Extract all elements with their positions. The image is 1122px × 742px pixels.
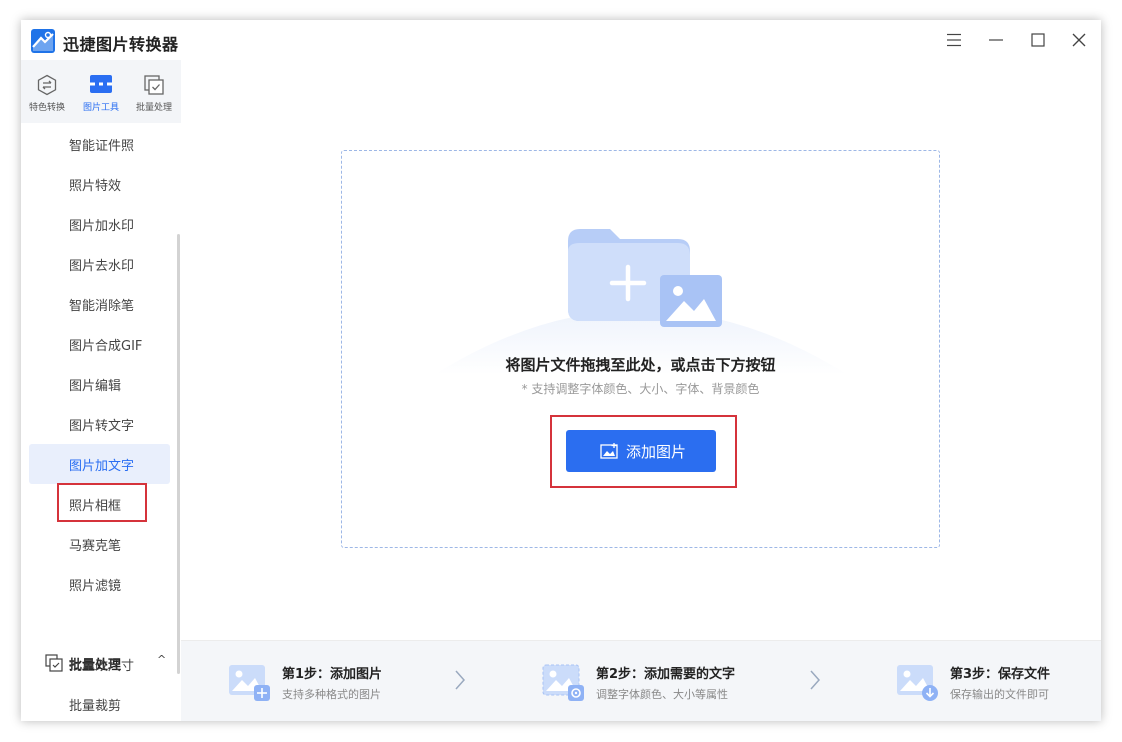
sidebar-item-batch-resize[interactable]: 批量改尺寸 bbox=[29, 644, 170, 684]
sidebar-item-ocr[interactable]: 图片转文字 bbox=[29, 404, 170, 444]
hamburger-icon bbox=[947, 33, 961, 47]
tab-feature-convert[interactable]: 特色转换 bbox=[21, 60, 73, 123]
sidebar-item-label: 照片滤镜 bbox=[69, 579, 122, 594]
sidebar-item-mosaic[interactable]: 马赛克笔 bbox=[29, 524, 170, 564]
step-title: 第3步：保存文件 bbox=[950, 667, 1051, 682]
maximize-icon bbox=[1031, 33, 1045, 47]
close-button[interactable] bbox=[1067, 28, 1091, 52]
add-image-step-icon bbox=[229, 665, 270, 701]
menu-button[interactable] bbox=[942, 28, 966, 52]
settings-step-icon bbox=[542, 664, 584, 701]
sidebar-item-label: 照片特效 bbox=[69, 179, 122, 194]
tab-label: 图片工具 bbox=[82, 103, 119, 113]
drop-zone-title: 将图片文件拖拽至此处，或点击下方按钮 bbox=[505, 356, 776, 374]
sidebar-item-batch-crop[interactable]: 批量裁剪 bbox=[29, 684, 170, 721]
sidebar-item-label: 图片去水印 bbox=[69, 259, 135, 274]
sidebar-item-eraser[interactable]: 智能消除笔 bbox=[29, 284, 170, 324]
add-image-icon bbox=[600, 443, 618, 459]
sidebar-item-add-text[interactable]: 图片加文字 bbox=[29, 444, 170, 484]
sidebar-item-label: 批量裁剪 bbox=[69, 699, 122, 714]
folder-upload-icon bbox=[568, 229, 722, 327]
add-image-button[interactable]: 添加图片 bbox=[566, 430, 716, 472]
sidebar: 特色转换 图片工具 批量处理 智能证件照 照片特效 图片加水印 图片去水印 智能… bbox=[21, 60, 182, 721]
minimize-button[interactable] bbox=[984, 28, 1008, 52]
image-tools-icon bbox=[90, 75, 112, 93]
close-icon bbox=[1072, 33, 1086, 47]
sidebar-scrollbar[interactable] bbox=[177, 234, 180, 674]
convert-icon bbox=[37, 74, 57, 96]
selection-highlight bbox=[57, 483, 147, 522]
sidebar-item-gif[interactable]: 图片合成GIF bbox=[29, 324, 170, 364]
add-image-button-label: 添加图片 bbox=[626, 443, 687, 461]
minimize-icon bbox=[989, 39, 1003, 41]
tab-label: 批量处理 bbox=[135, 103, 172, 113]
step-desc: 保存输出的文件即可 bbox=[950, 688, 1049, 701]
sidebar-item-photo-effects[interactable]: 照片特效 bbox=[29, 164, 170, 204]
batch-icon bbox=[144, 75, 164, 95]
main-area: 将图片文件拖拽至此处，或点击下方按钮 * 支持调整字体颜色、大小、字体、背景颜色… bbox=[181, 60, 1101, 640]
sidebar-item-label: 图片编辑 bbox=[69, 379, 122, 394]
sidebar-item-label: 马赛克笔 bbox=[69, 539, 122, 554]
sidebar-item-label: 图片加文字 bbox=[69, 459, 135, 474]
step-title: 第1步：添加图片 bbox=[282, 667, 383, 682]
tab-label: 特色转换 bbox=[28, 103, 65, 113]
title-bar: 迅捷图片转换器 bbox=[21, 20, 1101, 60]
steps-bar: 第1步：添加图片 支持多种格式的图片 第2步：添加需要的文字 调整字体颜色、大小… bbox=[181, 640, 1101, 721]
step-title: 第2步：添加需要的文字 bbox=[596, 667, 736, 682]
sidebar-item-label: 智能证件照 bbox=[69, 139, 135, 154]
maximize-button[interactable] bbox=[1026, 28, 1050, 52]
sidebar-item-remove-watermark[interactable]: 图片去水印 bbox=[29, 244, 170, 284]
chevron-right-icon bbox=[455, 670, 466, 690]
sidebar-top-tabs: 特色转换 图片工具 批量处理 bbox=[21, 60, 181, 123]
sidebar-item-edit[interactable]: 图片编辑 bbox=[29, 364, 170, 404]
tab-image-tools[interactable]: 图片工具 bbox=[75, 60, 127, 123]
app-window: 迅捷图片转换器 特色转换 图片工具 批量处理 智能证件照 照片特效 图片加水印 … bbox=[21, 20, 1101, 721]
tab-batch[interactable]: 批量处理 bbox=[128, 60, 180, 123]
sidebar-item-id-photo[interactable]: 智能证件照 bbox=[29, 124, 170, 164]
sidebar-item-label: 图片转文字 bbox=[69, 419, 135, 434]
drop-zone[interactable]: 将图片文件拖拽至此处，或点击下方按钮 * 支持调整字体颜色、大小、字体、背景颜色… bbox=[341, 150, 940, 548]
sidebar-item-label: 智能消除笔 bbox=[69, 299, 135, 314]
sidebar-item-label: 批量改尺寸 bbox=[69, 659, 135, 674]
sidebar-item-label: 图片加水印 bbox=[69, 219, 135, 234]
app-logo-icon bbox=[31, 29, 55, 53]
sidebar-item-add-watermark[interactable]: 图片加水印 bbox=[29, 204, 170, 244]
chevron-right-icon bbox=[810, 670, 821, 690]
download-step-icon bbox=[897, 665, 938, 701]
drop-zone-subtitle: * 支持调整字体颜色、大小、字体、背景颜色 bbox=[521, 382, 760, 396]
sidebar-item-label: 图片合成GIF bbox=[69, 339, 143, 354]
step-desc: 支持多种格式的图片 bbox=[282, 688, 381, 701]
app-title: 迅捷图片转换器 bbox=[63, 35, 179, 54]
step-desc: 调整字体颜色、大小等属性 bbox=[596, 688, 728, 701]
sidebar-item-filter[interactable]: 照片滤镜 bbox=[29, 564, 170, 604]
